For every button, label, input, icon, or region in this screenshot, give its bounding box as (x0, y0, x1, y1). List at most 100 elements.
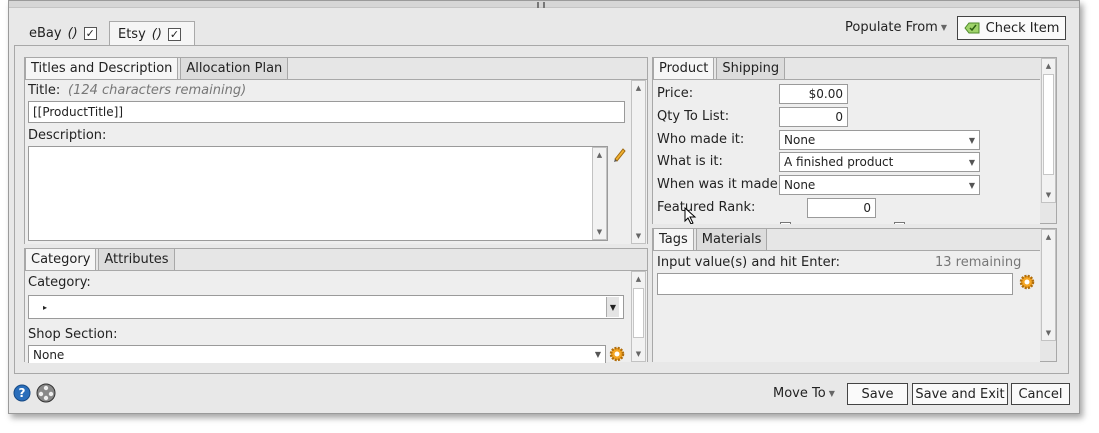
etsy-checkbox[interactable]: ✓ (167, 27, 181, 41)
titles-panel-scrollbar[interactable]: ▲ ▼ (631, 80, 646, 244)
tags-panel: Tags Materials Input value(s) and hit En… (652, 228, 1057, 362)
help-icon[interactable]: ? (13, 384, 31, 402)
check-item-label: Check Item (985, 20, 1060, 36)
tags-input[interactable] (657, 273, 1013, 295)
save-and-exit-button[interactable]: Save and Exit (912, 383, 1008, 405)
tags-body: Input value(s) and hit Enter: 13 remaini… (653, 250, 1040, 362)
product-panel-scrollbar[interactable]: ▲ ▼ (1041, 58, 1056, 203)
scroll-up-icon[interactable]: ▲ (1042, 230, 1055, 244)
pencil-icon[interactable] (612, 146, 626, 162)
scroll-up-icon[interactable]: ▲ (632, 272, 645, 286)
title-remaining-hint: (124 characters remaining) (68, 83, 247, 98)
resize-grip[interactable] (9, 1, 1079, 8)
description-label: Description: (28, 128, 107, 143)
tab-ebay[interactable]: eBay () ✓ (21, 21, 105, 45)
titles-panel: Titles and Description Allocation Plan T… (24, 57, 648, 244)
scroll-up-icon[interactable]: ▲ (593, 148, 606, 162)
tab-shipping[interactable]: Shipping (716, 57, 786, 79)
tab-tags[interactable]: Tags (653, 228, 694, 250)
scroll-down-icon[interactable]: ▼ (1042, 326, 1055, 340)
featured-rank-label: Featured Rank: (657, 200, 756, 215)
scroll-down-icon[interactable]: ▼ (632, 347, 645, 361)
chevron-down-icon: ▼ (968, 135, 975, 145)
scroll-up-icon[interactable]: ▲ (1042, 59, 1055, 73)
footer-bar: ? Move To ▼ Save Save and Exit Cancel (9, 375, 1079, 413)
tags-panel-scrollbar[interactable]: ▲ ▼ (1041, 229, 1056, 341)
scroll-down-icon[interactable]: ▼ (632, 229, 645, 243)
svg-text:?: ? (19, 386, 26, 400)
title-input[interactable]: [[ProductTitle]] (28, 101, 625, 123)
tags-remaining: 13 remaining (935, 255, 1022, 270)
chevron-down-icon[interactable]: ▼ (605, 297, 619, 317)
save-button[interactable]: Save (847, 383, 908, 405)
gear-icon[interactable] (609, 346, 625, 362)
category-select[interactable]: ▸ ▼ (28, 295, 624, 319)
product-panel: Product Shipping Price: $0.00 Qty To Lis… (652, 57, 1057, 224)
check-item-button[interactable]: Check Item (957, 16, 1066, 40)
product-body: Price: $0.00 Qty To List: 0 Who made it:… (653, 79, 1040, 224)
gear-icon[interactable] (1019, 274, 1035, 290)
chevron-down-icon: ▼ (594, 350, 601, 359)
qty-label: Qty To List: (657, 109, 730, 124)
qty-input[interactable]: 0 (779, 107, 848, 127)
tab-titles-description[interactable]: Titles and Description (25, 57, 179, 79)
shop-section-value: None (33, 347, 65, 362)
tag-check-icon (964, 22, 980, 34)
what-is-value: A finished product (784, 155, 894, 169)
mouse-cursor-icon (684, 207, 697, 224)
scroll-down-icon[interactable]: ▼ (1042, 188, 1055, 202)
shop-section-label: Shop Section: (28, 327, 118, 342)
what-is-label: What is it: (657, 154, 723, 169)
chevron-down-icon: ▼ (828, 389, 835, 398)
grip-icon (537, 2, 545, 8)
populate-from-menu[interactable]: Populate From ▼ (845, 20, 947, 35)
renewable-checkbox[interactable] (894, 222, 905, 224)
scroll-thumb[interactable] (633, 288, 644, 338)
tab-etsy-suffix: () (151, 26, 162, 42)
cancel-button[interactable]: Cancel (1011, 383, 1070, 405)
populate-from-label: Populate From (845, 20, 938, 35)
tab-product[interactable]: Product (653, 57, 715, 79)
customizable-checkbox[interactable] (780, 222, 791, 224)
description-textarea[interactable] (28, 146, 608, 241)
listing-editor-window: eBay () ✓ Etsy () ✓ Populate From ▼ Check… (8, 0, 1080, 414)
tab-ebay-suffix: () (67, 25, 78, 41)
chevron-down-icon: ▼ (968, 180, 975, 190)
when-made-select[interactable]: None ▼ (779, 175, 980, 195)
titles-body: Title: (124 characters remaining) [[Prod… (25, 79, 647, 244)
when-made-label: When was it made: (657, 177, 783, 192)
move-to-menu[interactable]: Move To ▼ (773, 386, 835, 401)
tab-materials[interactable]: Materials (695, 228, 768, 250)
main-content: Titles and Description Allocation Plan T… (14, 45, 1069, 374)
category-body: Category: ▸ ▼ Shop Section: None ▼ (25, 270, 647, 363)
scroll-thumb[interactable] (1043, 74, 1054, 175)
scroll-down-icon[interactable]: ▼ (593, 225, 606, 239)
move-to-label: Move To (773, 386, 826, 401)
featured-rank-input[interactable]: 0 (807, 198, 876, 218)
when-made-value: None (784, 178, 816, 192)
chevron-down-icon: ▼ (968, 157, 975, 167)
who-made-select[interactable]: None ▼ (779, 130, 980, 150)
tab-attributes[interactable]: Attributes (98, 248, 175, 270)
tab-allocation-plan[interactable]: Allocation Plan (180, 57, 289, 79)
tab-etsy-label: Etsy (118, 26, 146, 42)
tree-expand-icon: ▸ (43, 302, 48, 312)
category-label: Category: (28, 275, 91, 290)
category-panel-scrollbar[interactable]: ▲ ▼ (631, 271, 646, 362)
title-label: Title: (28, 83, 61, 98)
tab-ebay-label: eBay (29, 25, 62, 41)
tab-category[interactable]: Category (25, 248, 97, 270)
price-input[interactable]: $0.00 (779, 84, 848, 104)
film-reel-icon[interactable] (35, 382, 57, 404)
scroll-up-icon[interactable]: ▲ (632, 81, 645, 95)
tab-etsy[interactable]: Etsy () ✓ (109, 21, 195, 46)
what-is-select[interactable]: A finished product ▼ (779, 152, 980, 172)
shop-section-select[interactable]: None ▼ (28, 345, 606, 363)
who-made-label: Who made it: (657, 132, 745, 147)
price-label: Price: (657, 86, 694, 101)
ebay-checkbox[interactable]: ✓ (83, 26, 97, 40)
who-made-value: None (784, 133, 816, 147)
category-panel: Category Attributes Category: ▸ ▼ Shop S… (24, 248, 648, 363)
description-scrollbar[interactable]: ▲ ▼ (592, 147, 607, 240)
tags-input-label: Input value(s) and hit Enter: (657, 255, 841, 270)
